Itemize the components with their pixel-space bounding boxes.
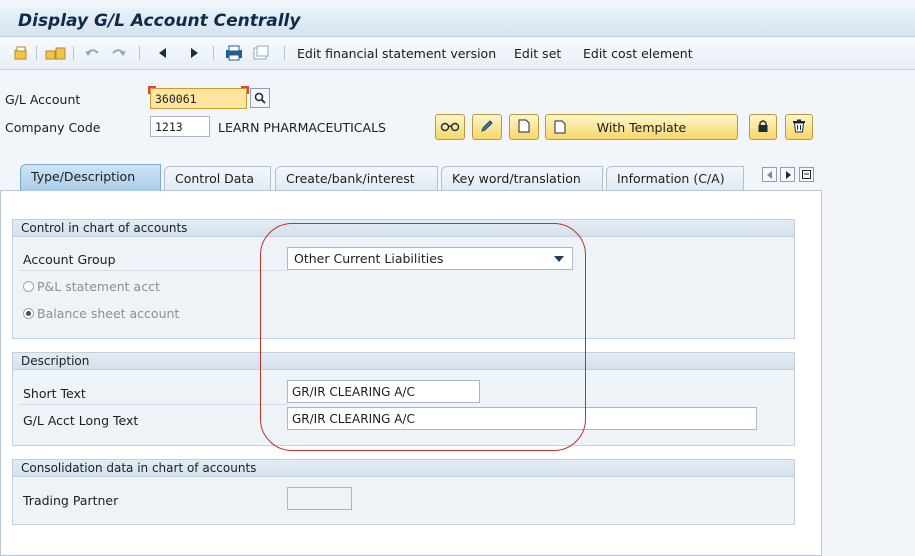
new-document-icon (518, 119, 530, 136)
pl-statement-radio[interactable]: P&L statement acct (23, 279, 160, 294)
company-name-text: LEARN PHARMACEUTICALS (218, 120, 386, 135)
undo-icon[interactable] (82, 44, 102, 62)
pencil-icon (480, 119, 494, 136)
account-group-value: Other Current Liabilities (294, 251, 444, 266)
pages-icon[interactable] (251, 44, 271, 62)
next-icon[interactable] (187, 44, 201, 62)
balance-sheet-radio[interactable]: Balance sheet account (23, 306, 179, 321)
application-toolbar: Edit financial statement version Edit se… (0, 38, 915, 70)
edit-set-link[interactable]: Edit set (514, 46, 561, 61)
tab-scroll-right-icon[interactable] (780, 167, 795, 182)
edit-button[interactable] (472, 114, 502, 140)
tab-key-word-translation[interactable]: Key word/translation (441, 166, 603, 190)
template-document-icon (554, 120, 566, 137)
balance-sheet-label: Balance sheet account (37, 306, 180, 321)
company-code-label: Company Code (5, 120, 101, 135)
long-text-label: G/L Acct Long Text (23, 413, 139, 428)
where-used-icon[interactable] (44, 44, 68, 62)
tab-list-icon[interactable] (799, 167, 814, 182)
trash-icon (792, 119, 806, 136)
lock-icon (757, 119, 769, 136)
search-help-icon[interactable] (250, 88, 270, 108)
other-object-icon[interactable] (12, 44, 30, 62)
glasses-icon (440, 120, 460, 135)
trading-partner-input[interactable] (287, 487, 352, 510)
display-change-button[interactable] (435, 114, 465, 140)
title-bar: Display G/L Account Centrally (0, 8, 915, 37)
trading-partner-label: Trading Partner (23, 493, 119, 508)
tab-control-data[interactable]: Control Data (164, 166, 271, 190)
pl-statement-label: P&L statement acct (37, 279, 160, 294)
lock-button[interactable] (749, 114, 777, 140)
tab-information-ca[interactable]: Information (C/A) (606, 166, 744, 190)
page-title: Display G/L Account Centrally (18, 11, 301, 31)
account-group-label: Account Group (23, 252, 116, 267)
print-icon[interactable] (224, 44, 244, 62)
with-template-label: With Template (596, 119, 687, 135)
with-template-button[interactable]: With Template (545, 114, 738, 140)
tab-strip: Type/Description Control Data Create/ban… (0, 164, 915, 191)
account-group-dropdown[interactable]: Other Current Liabilities (287, 247, 573, 270)
consolidation-group: Consolidation data in chart of accounts (12, 459, 795, 525)
previous-icon[interactable] (156, 44, 170, 62)
edit-fs-version-link[interactable]: Edit financial statement version (297, 46, 496, 61)
edit-cost-element-link[interactable]: Edit cost element (583, 46, 693, 61)
gl-account-input[interactable]: 360061 (148, 86, 249, 109)
company-code-input[interactable]: 1213 (150, 116, 210, 137)
chevron-down-icon (554, 256, 564, 262)
radio-on-icon (23, 308, 34, 319)
tab-scroll-left-icon[interactable] (762, 167, 777, 182)
redo-icon[interactable] (109, 44, 129, 62)
radio-off-icon (23, 281, 34, 292)
create-button[interactable] (509, 114, 539, 140)
tab-type-description[interactable]: Type/Description (20, 164, 161, 191)
tab-create-bank-interest[interactable]: Create/bank/interest (275, 166, 438, 190)
short-text-label: Short Text (23, 386, 86, 401)
short-text-input[interactable]: GR/IR CLEARING A/C (287, 380, 480, 403)
consolidation-group-title: Consolidation data in chart of accounts (13, 460, 794, 477)
long-text-input[interactable]: GR/IR CLEARING A/C (287, 407, 757, 430)
delete-button[interactable] (785, 114, 813, 140)
gl-account-label: G/L Account (5, 92, 81, 107)
control-group-title: Control in chart of accounts (13, 220, 794, 237)
description-group-title: Description (13, 353, 794, 370)
